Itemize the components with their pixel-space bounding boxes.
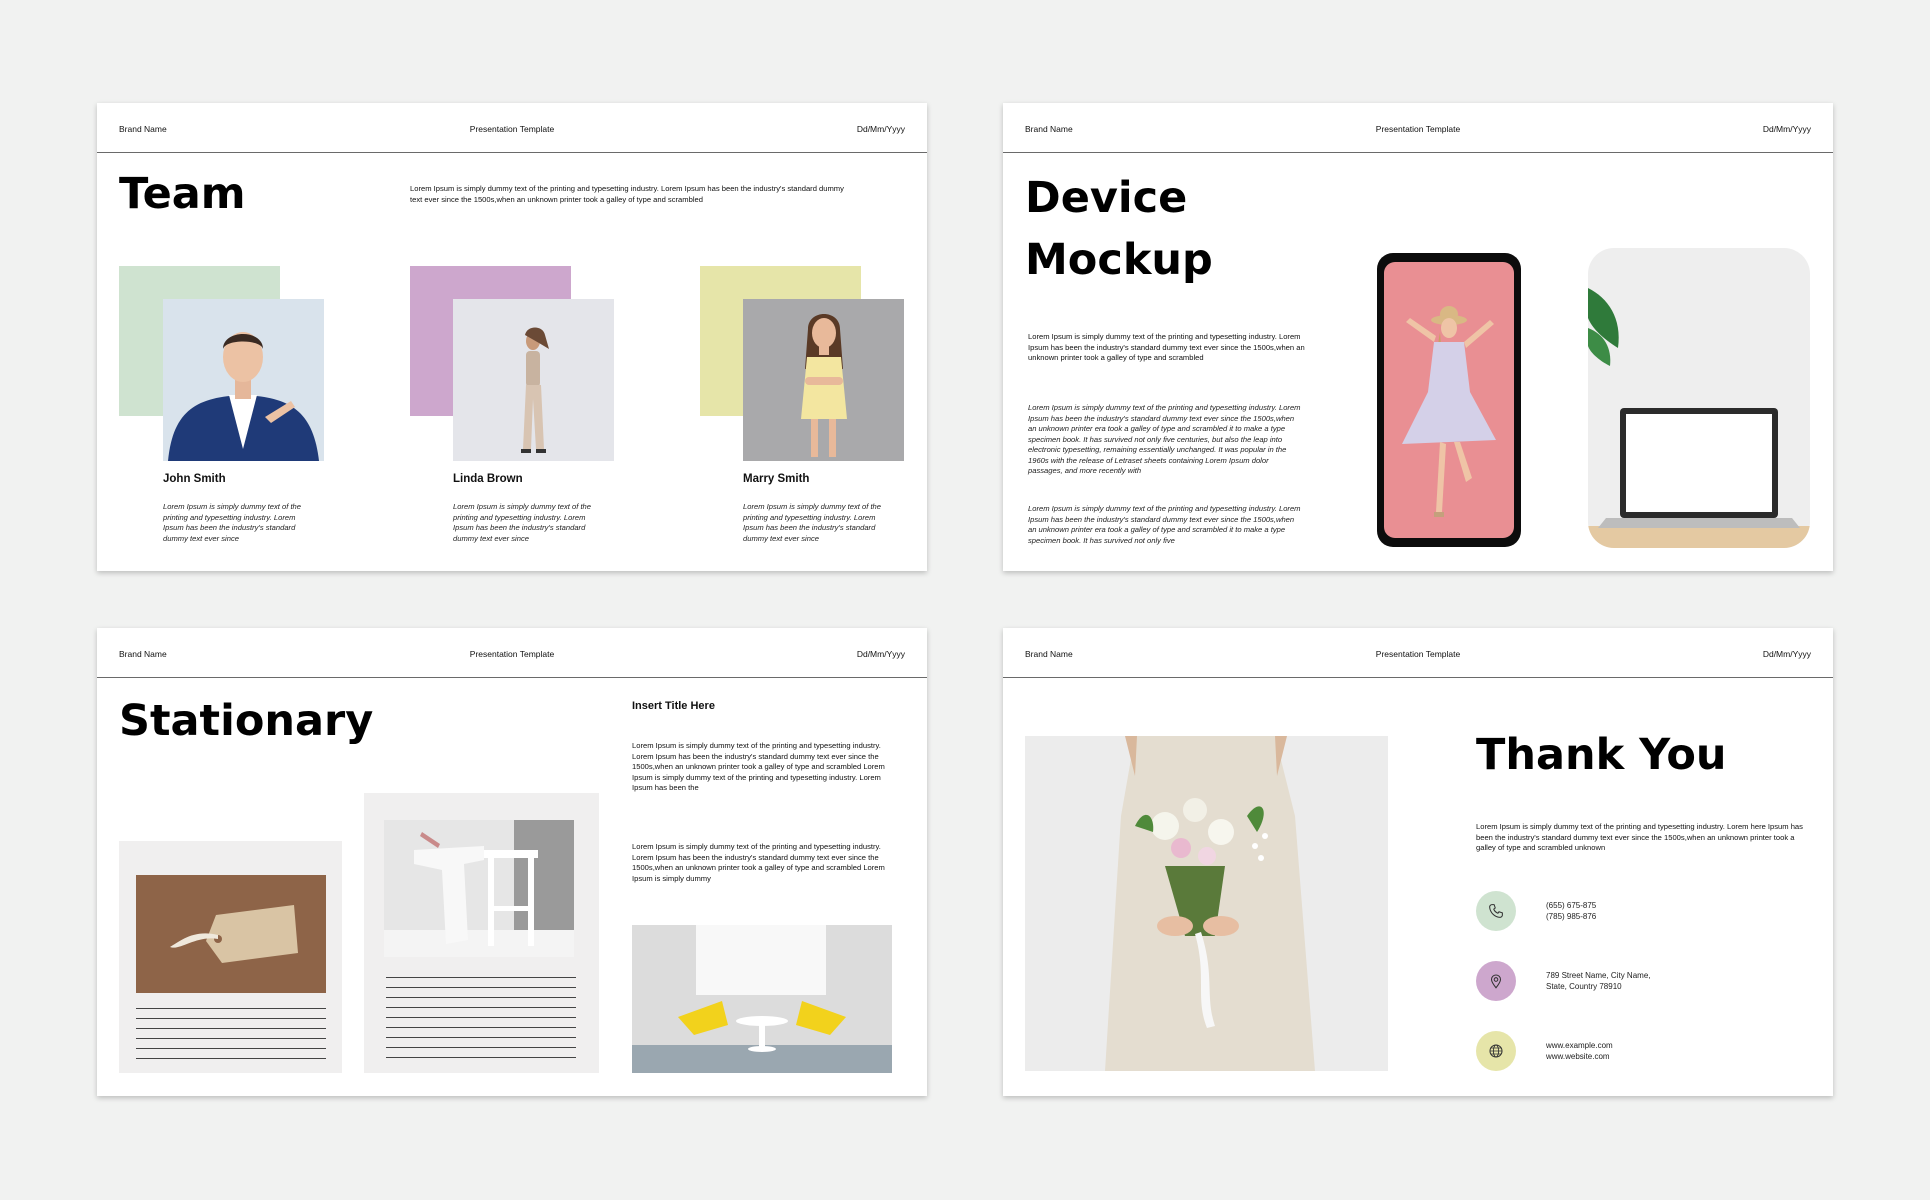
writing-line xyxy=(386,977,576,978)
contact-line: www.example.com xyxy=(1546,1041,1613,1050)
member-photo-marry xyxy=(743,299,904,461)
paragraph-2: Lorem Ipsum is simply dummy text of the … xyxy=(632,842,885,883)
section-subtitle: Insert Title Here xyxy=(632,700,715,712)
date-label: Dd/Mm/Yyyy xyxy=(856,649,905,659)
phone-icon xyxy=(1489,904,1503,918)
writing-line xyxy=(136,1058,326,1059)
bouquet-photo xyxy=(1025,736,1388,1071)
member-bio: Lorem Ipsum is simply dummy text of the … xyxy=(453,502,591,543)
writing-line xyxy=(136,1038,326,1039)
laptop-mockup-photo xyxy=(1588,248,1810,548)
template-label: Presentation Template xyxy=(469,124,555,134)
slide-header: Brand Name Presentation Template Dd/Mm/Y… xyxy=(1003,103,1833,153)
writing-line xyxy=(386,1017,576,1018)
body-text-2: Lorem Ipsum is simply dummy text of the … xyxy=(1028,504,1301,545)
intro-text: Lorem Ipsum is simply dummy text of the … xyxy=(1476,822,1803,852)
template-label: Presentation Template xyxy=(1375,124,1461,134)
writing-line xyxy=(386,1037,576,1038)
writing-line xyxy=(136,1028,326,1029)
member-name: Linda Brown xyxy=(453,473,523,485)
title-line-2: Mockup xyxy=(1025,235,1213,285)
title-line-1: Device xyxy=(1025,173,1188,223)
phone-screen xyxy=(1384,262,1514,538)
date-label: Dd/Mm/Yyyy xyxy=(1762,649,1811,659)
contact-line: (785) 985-876 xyxy=(1546,911,1597,921)
slide-title: Team xyxy=(119,169,246,219)
slide-title: Thank You xyxy=(1476,730,1727,780)
contact-badge-web xyxy=(1476,1031,1516,1071)
slide-header: Brand Name Presentation Template Dd/Mm/Y… xyxy=(97,103,927,153)
body-text-1: Lorem Ipsum is simply dummy text of the … xyxy=(1028,403,1301,475)
slide-stationary[interactable]: Brand Name Presentation Template Dd/Mm/Y… xyxy=(97,628,927,1096)
writing-line xyxy=(386,997,576,998)
contact-phone-text: (655) 675-875 (785) 985-876 xyxy=(1546,901,1596,922)
tag-photo xyxy=(136,875,326,993)
slide-device-mockup[interactable]: Brand Name Presentation Template Dd/Mm/Y… xyxy=(1003,103,1833,571)
writing-line xyxy=(136,1008,326,1009)
writing-line xyxy=(386,1007,576,1008)
writing-line xyxy=(136,1018,326,1019)
member-photo-linda xyxy=(453,299,614,461)
slide-header: Brand Name Presentation Template Dd/Mm/Y… xyxy=(1003,628,1833,678)
writing-line xyxy=(386,1047,576,1048)
intro-text: Lorem Ipsum is simply dummy text of the … xyxy=(1028,332,1305,362)
lounge-chairs-photo xyxy=(632,925,892,1073)
member-name: John Smith xyxy=(163,473,226,485)
location-pin-icon xyxy=(1490,974,1502,989)
slide-title: Device Mockup xyxy=(1025,167,1213,291)
globe-icon xyxy=(1489,1044,1503,1058)
slide-title: Stationary xyxy=(119,696,374,746)
phone-mockup xyxy=(1377,253,1521,547)
contact-line: (655) 675-875 xyxy=(1546,901,1597,910)
writing-line xyxy=(386,987,576,988)
contact-line: 789 Street Name, City Name, xyxy=(1546,971,1651,980)
writing-line xyxy=(386,1027,576,1028)
contact-badge-phone xyxy=(1476,891,1516,931)
contact-line: www.website.com xyxy=(1546,1051,1610,1061)
slide-header: Brand Name Presentation Template Dd/Mm/Y… xyxy=(97,628,927,678)
member-bio: Lorem Ipsum is simply dummy text of the … xyxy=(163,502,301,543)
intro-text: Lorem Ipsum is simply dummy text of the … xyxy=(410,184,844,204)
member-bio: Lorem Ipsum is simply dummy text of the … xyxy=(743,502,881,543)
writing-line xyxy=(386,1057,576,1058)
template-label: Presentation Template xyxy=(469,649,555,659)
contact-line: State, Country 78910 xyxy=(1546,981,1622,991)
slide-thank-you[interactable]: Brand Name Presentation Template Dd/Mm/Y… xyxy=(1003,628,1833,1096)
stool-photo xyxy=(384,820,574,957)
paragraph-1: Lorem Ipsum is simply dummy text of the … xyxy=(632,741,885,792)
contact-badge-address xyxy=(1476,961,1516,1001)
template-label: Presentation Template xyxy=(1375,649,1461,659)
writing-line xyxy=(136,1048,326,1049)
member-name: Marry Smith xyxy=(743,473,810,485)
slide-team[interactable]: Brand Name Presentation Template Dd/Mm/Y… xyxy=(97,103,927,571)
date-label: Dd/Mm/Yyyy xyxy=(1762,124,1811,134)
contact-address-text: 789 Street Name, City Name, State, Count… xyxy=(1546,971,1650,992)
contact-web-text: www.example.com www.website.com xyxy=(1546,1041,1613,1062)
date-label: Dd/Mm/Yyyy xyxy=(856,124,905,134)
member-photo-john xyxy=(163,299,324,461)
